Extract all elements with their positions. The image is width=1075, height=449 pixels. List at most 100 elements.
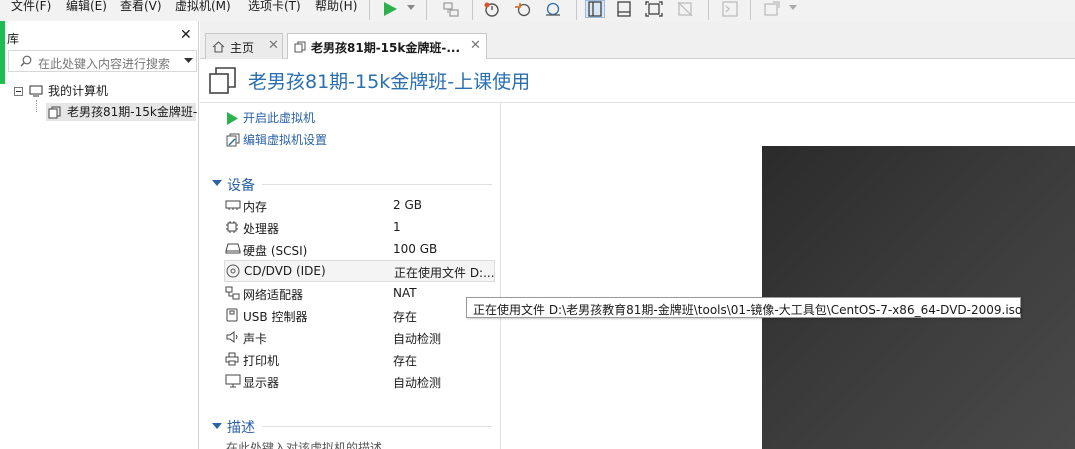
printer-icon <box>225 352 239 366</box>
close-icon[interactable]: ✕ <box>268 39 279 53</box>
device-value: 存在 <box>393 310 418 324</box>
search-icon <box>20 55 32 67</box>
usb-icon <box>226 308 238 322</box>
chevron-down-icon[interactable] <box>184 58 193 64</box>
tab-home-label: 主页 <box>230 41 255 55</box>
cpu-icon <box>226 221 238 233</box>
menu-vm[interactable]: 虚拟机(M) <box>175 0 231 15</box>
menu-file[interactable]: 文件(F) <box>11 0 51 15</box>
tab-vm[interactable]: 老男孩81期-15k金牌班-... ✕ <box>287 33 487 60</box>
menu-tabs[interactable]: 选项卡(T) <box>248 0 301 15</box>
play-icon[interactable] <box>380 0 400 18</box>
device-row-memory[interactable]: 内存 2 GB <box>224 194 495 216</box>
device-value: 1 <box>393 220 401 234</box>
tooltip-text: 正在使用文件 D:\老男孩教育81期-金牌班\tools\01-镜像-大工具包\… <box>473 303 1023 317</box>
vm-icon <box>48 106 61 119</box>
stretch-icon[interactable] <box>762 0 782 18</box>
tree-label-vm: 老男孩81期-15k金牌班- <box>67 105 198 119</box>
snapshot-manager-icon[interactable] <box>543 0 563 18</box>
device-row-cd-dvd[interactable]: CD/DVD (IDE) 正在使用文件 D:... <box>224 260 495 282</box>
device-row-display[interactable]: 显示器 自动检测 <box>224 370 495 392</box>
tree-item-vm[interactable]: 老男孩81期-15k金牌班- <box>46 103 198 121</box>
tab-strip: 主页 ✕ 老男孩81期-15k金牌班-... ✕ <box>200 21 1075 60</box>
tree-collapse-toggle[interactable] <box>14 87 23 96</box>
toolbar-separator <box>472 0 473 20</box>
edit-settings-link[interactable]: 编辑虚拟机设置 <box>243 132 327 148</box>
device-name: 处理器 <box>243 222 280 236</box>
revert-snapshot-icon[interactable] <box>513 0 533 18</box>
device-name: USB 控制器 <box>243 310 308 324</box>
library-view-icon[interactable] <box>585 0 605 18</box>
library-pane: 库 ✕ 在此处键入内容进行搜索 我的计算机 老男孩81期-15k金牌班- <box>0 21 199 449</box>
device-value: NAT <box>393 286 417 300</box>
close-icon[interactable]: ✕ <box>470 39 481 53</box>
device-name: 内存 <box>243 200 268 214</box>
toolbar-separator <box>708 0 709 20</box>
toolbar-separator <box>369 0 370 20</box>
sound-icon <box>226 331 238 343</box>
network-adapter-icon <box>225 286 240 300</box>
toolbar-separator <box>576 0 577 20</box>
display-icon <box>225 374 241 388</box>
power-on-link[interactable]: 开启此虚拟机 <box>243 110 315 126</box>
library-search-input[interactable]: 在此处键入内容进行搜索 <box>8 50 197 72</box>
device-value: 正在使用文件 D:... <box>394 266 495 280</box>
terminal-icon[interactable] <box>720 0 740 18</box>
device-value: 自动检测 <box>393 376 442 390</box>
device-name: CD/DVD (IDE) <box>244 264 326 278</box>
device-value: 100 GB <box>393 242 438 256</box>
memory-icon <box>225 200 241 210</box>
cd-dvd-tooltip: 正在使用文件 D:\老男孩教育81期-金牌班\tools\01-镜像-大工具包\… <box>466 297 1023 318</box>
tab-home[interactable]: 主页 ✕ <box>205 33 283 59</box>
home-icon <box>212 41 225 53</box>
dropdown-caret-icon[interactable] <box>407 5 415 11</box>
unity-icon[interactable] <box>675 0 695 18</box>
menu-edit[interactable]: 编辑(E) <box>66 0 107 15</box>
chevron-down-icon[interactable] <box>212 180 222 187</box>
library-title: 库 <box>7 32 20 46</box>
library-stripe <box>0 21 5 84</box>
send-keys-icon[interactable] <box>441 0 461 18</box>
device-row-usb[interactable]: USB 控制器 存在 <box>224 304 495 326</box>
search-placeholder: 在此处键入内容进行搜索 <box>38 57 171 71</box>
device-name: 打印机 <box>243 354 280 368</box>
fullscreen-icon[interactable] <box>644 0 664 18</box>
play-icon[interactable] <box>226 112 238 125</box>
vm-header: 老男孩81期-15k金牌班-上课使用 <box>200 59 1075 103</box>
toolbar-separator <box>750 0 751 20</box>
section-divider <box>262 426 492 427</box>
device-row-hard-disk[interactable]: 硬盘 (SCSI) 100 GB <box>224 238 495 260</box>
computer-icon <box>29 85 43 97</box>
vm-icon <box>294 41 306 53</box>
hard-disk-icon <box>225 243 241 254</box>
device-name: 显示器 <box>243 376 280 390</box>
vm-details-panel: 开启此虚拟机 编辑虚拟机设置 设备 内存 2 GB 处理器 1 硬盘 (SCSI… <box>200 103 501 449</box>
device-row-processor[interactable]: 处理器 1 <box>224 216 495 238</box>
snapshot-icon[interactable] <box>482 0 502 18</box>
devices-section-title[interactable]: 设备 <box>227 175 255 195</box>
edit-settings-icon[interactable] <box>226 133 240 147</box>
menu-view[interactable]: 查看(V) <box>120 0 162 15</box>
section-divider <box>262 184 492 185</box>
device-name: 声卡 <box>243 332 268 346</box>
description-placeholder[interactable]: 在此处键入对该虚拟机的描述。 <box>226 439 394 449</box>
console-view-icon[interactable] <box>614 0 634 18</box>
chevron-down-icon[interactable] <box>212 423 222 430</box>
dropdown-caret-icon[interactable] <box>789 5 797 11</box>
cd-dvd-icon <box>226 264 240 278</box>
device-row-network[interactable]: 网络适配器 NAT <box>224 282 495 304</box>
description-section-title[interactable]: 描述 <box>227 417 255 437</box>
tree-connector <box>36 100 37 112</box>
device-value: 2 GB <box>393 198 422 212</box>
device-value: 自动检测 <box>393 332 442 346</box>
vm-title: 老男孩81期-15k金牌班-上课使用 <box>248 71 531 93</box>
device-row-printer[interactable]: 打印机 存在 <box>224 348 495 370</box>
device-row-sound[interactable]: 声卡 自动检测 <box>224 326 495 348</box>
vm-large-icon <box>209 67 236 94</box>
toolbar-separator <box>426 0 427 20</box>
tree-label-my-computer: 我的计算机 <box>48 84 109 98</box>
device-value: 存在 <box>393 354 418 368</box>
menu-help[interactable]: 帮助(H) <box>315 0 357 15</box>
close-icon[interactable]: ✕ <box>180 28 192 42</box>
device-name: 硬盘 (SCSI) <box>243 244 308 258</box>
